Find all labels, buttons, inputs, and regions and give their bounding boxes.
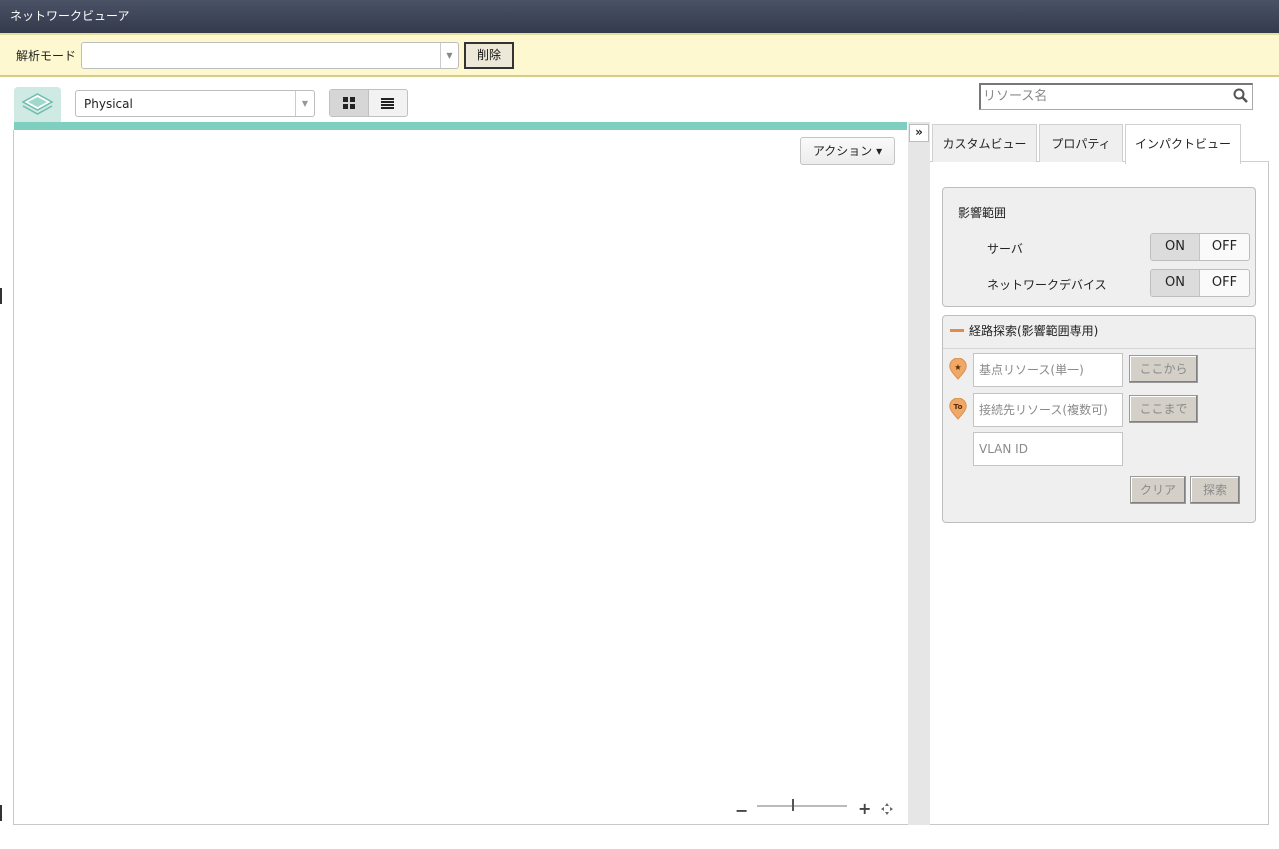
route-search-panel: 経路探索(影響範囲専用) ★ ここから To ここまで クリア 探索 — [942, 315, 1256, 523]
impact-range-panel: 影響範囲 サーバ ON OFF ネットワークデバイス ON OFF — [942, 187, 1256, 307]
analysis-mode-label: 解析モード — [16, 49, 77, 63]
destination-pin-glyph: To — [953, 402, 962, 411]
resource-search — [979, 83, 1253, 110]
list-view-button[interactable] — [369, 90, 408, 116]
route-search-title: 経路探索(影響範囲専用) — [969, 324, 1099, 338]
search-route-button[interactable]: 探索 — [1190, 476, 1240, 504]
chevron-down-icon: ▼ — [295, 91, 314, 116]
origin-pin-icon: ★ — [949, 358, 967, 380]
from-here-button[interactable]: ここから — [1129, 355, 1198, 383]
analysis-mode-bar: 解析モード ▼ 削除 — [0, 33, 1279, 77]
analysis-mode-select[interactable]: ▼ — [81, 42, 459, 69]
impact-range-title: 影響範囲 — [958, 206, 1007, 220]
grid-icon — [342, 97, 355, 109]
zoom-out-button[interactable]: − — [735, 801, 748, 820]
origin-pin-glyph: ★ — [954, 362, 961, 372]
destination-pin-icon: To — [949, 398, 967, 420]
view-mode-toggle — [329, 89, 408, 117]
resource-search-input[interactable] — [981, 85, 1221, 108]
canvas-header-bar — [14, 122, 907, 130]
panel-splitter[interactable] — [908, 122, 930, 825]
origin-resource-input[interactable] — [974, 354, 1120, 386]
chevron-down-icon: ▼ — [440, 43, 458, 68]
zoom-in-button[interactable]: + — [858, 799, 871, 818]
layer-view-button[interactable] — [14, 87, 61, 122]
left-edge-marker — [0, 805, 2, 821]
tab-custom-view[interactable]: カスタムビュー — [932, 124, 1037, 162]
tab-impact-view[interactable]: インパクトビュー — [1125, 124, 1241, 164]
network-canvas[interactable] — [13, 130, 908, 825]
network-device-toggle: ON OFF — [1150, 269, 1250, 297]
destination-resource-field — [973, 393, 1123, 427]
list-icon — [381, 97, 395, 109]
route-search-header[interactable]: 経路探索(影響範囲専用) — [943, 316, 1255, 349]
network-device-label: ネットワークデバイス — [987, 278, 1107, 292]
server-on-button[interactable]: ON — [1151, 234, 1201, 260]
zoom-slider-handle[interactable] — [792, 799, 794, 811]
layer-select-value: Physical — [84, 97, 133, 111]
server-off-button[interactable]: OFF — [1200, 234, 1249, 260]
delete-button[interactable]: 削除 — [464, 42, 514, 69]
vlan-id-field — [973, 432, 1123, 466]
fit-to-screen-icon[interactable] — [881, 803, 893, 815]
server-toggle: ON OFF — [1150, 233, 1250, 261]
layer-select[interactable]: Physical ▼ — [75, 90, 315, 117]
left-edge-marker — [0, 288, 2, 304]
layers-icon — [21, 93, 54, 115]
clear-button[interactable]: クリア — [1130, 476, 1186, 504]
collapse-icon — [950, 329, 964, 332]
side-panel-tabs: カスタムビュー プロパティ インパクトビュー — [930, 122, 1269, 164]
to-here-button[interactable]: ここまで — [1129, 395, 1198, 423]
search-icon[interactable] — [1233, 88, 1249, 104]
destination-resource-input[interactable] — [974, 394, 1120, 426]
zoom-slider[interactable] — [757, 805, 847, 807]
action-menu-button[interactable]: アクション ▾ — [800, 137, 895, 165]
tab-properties[interactable]: プロパティ — [1039, 124, 1123, 162]
window-title: ネットワークビューア — [0, 0, 1279, 33]
vlan-id-input[interactable] — [974, 433, 1120, 465]
grid-view-button[interactable] — [330, 90, 369, 116]
collapse-panel-button[interactable]: » — [909, 124, 929, 142]
network-device-on-button[interactable]: ON — [1151, 270, 1201, 296]
server-label: サーバ — [987, 242, 1023, 256]
origin-resource-field — [973, 353, 1123, 387]
network-device-off-button[interactable]: OFF — [1200, 270, 1249, 296]
